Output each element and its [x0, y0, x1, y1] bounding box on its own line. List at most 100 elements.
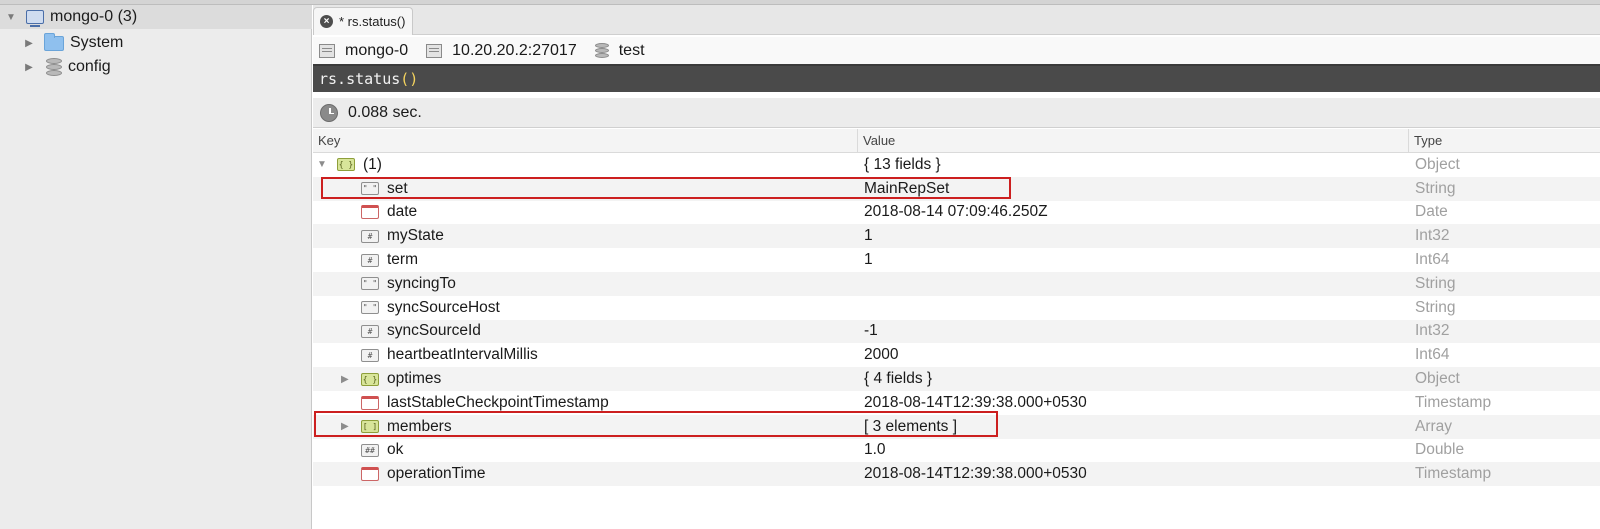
cell-value: MainRepSet — [864, 179, 950, 197]
column-header-key[interactable]: Key — [313, 128, 858, 153]
key-text: syncSourceId — [387, 322, 481, 340]
cell-value: 1 — [864, 251, 873, 269]
connection-host: 10.20.20.2:27017 — [426, 42, 577, 60]
table-row[interactable]: # term 1 Int64 — [313, 248, 1600, 272]
key-text: myState — [387, 227, 444, 245]
cell-key: ▼ { } (1) — [313, 153, 858, 177]
string-icon: " " — [361, 182, 379, 196]
cell-key: date — [313, 201, 858, 225]
sidebar: ▼ mongo-0 (3) ▶ System ▶ config — [0, 5, 312, 529]
host-icon — [426, 43, 443, 58]
chevron-right-icon[interactable]: ▶ — [22, 60, 36, 74]
tab-label: * rs.status() — [339, 14, 406, 29]
cell-key: " " syncingTo — [313, 272, 858, 296]
chevron-down-icon[interactable]: ▼ — [4, 10, 18, 24]
table-row[interactable]: " " syncingTo String — [313, 271, 1600, 296]
sidebar-item-system[interactable]: ▶ System — [0, 31, 312, 55]
cell-key: operationTime — [313, 462, 858, 486]
clock-icon — [320, 103, 338, 122]
results-table: Key Value Type ▼ { } (1) { 13 fields } Objec… — [313, 128, 1600, 487]
table-row[interactable]: " " set MainRepSet String — [313, 176, 1600, 201]
key-text: operationTime — [387, 465, 486, 483]
cell-key: # heartbeatIntervalMillis — [313, 343, 858, 367]
chevron-down-icon[interactable]: ▼ — [317, 159, 327, 170]
server-icon — [319, 43, 335, 58]
cell-key: ▶ { } optimes — [313, 367, 858, 391]
key-text: members — [387, 417, 452, 435]
database-icon — [46, 58, 62, 76]
sidebar-item-label: mongo-0 (3) — [50, 8, 138, 25]
chevron-right-icon[interactable]: ▶ — [22, 36, 36, 50]
sidebar-item-mongo-0[interactable]: ▼ mongo-0 (3) — [0, 5, 312, 29]
cell-type: String — [1415, 179, 1456, 197]
key-text: optimes — [387, 370, 442, 388]
double-icon: ## — [361, 443, 379, 457]
cell-value: 1.0 — [864, 441, 886, 459]
cell-value: 2018-08-14T12:39:38.000+0530 — [864, 393, 1087, 411]
cell-key: lastStableCheckpointTimestamp — [313, 391, 858, 415]
cell-value: [ 3 elements ] — [864, 417, 958, 435]
cell-type: Int64 — [1415, 251, 1450, 269]
cell-value: 2018-08-14 07:09:46.250Z — [864, 203, 1048, 221]
cell-value: 2018-08-14T12:39:38.000+0530 — [864, 465, 1087, 483]
folder-icon — [44, 32, 64, 51]
number-icon: # — [361, 324, 379, 338]
table-body: ▼ { } (1) { 13 fields } Object " " set MainRepS… — [313, 153, 1600, 487]
table-row[interactable]: lastStableCheckpointTimestamp 2018-08-14T… — [313, 391, 1600, 415]
table-row[interactable]: " " syncSourceHost String — [313, 296, 1600, 320]
date-icon — [361, 395, 379, 410]
table-row[interactable]: # myState 1 Int32 — [313, 224, 1600, 249]
cell-value: 1 — [864, 227, 873, 245]
object-icon: { } — [337, 158, 355, 172]
close-icon[interactable]: × — [320, 15, 333, 28]
key-text: syncingTo — [387, 274, 456, 292]
cell-type: Object — [1415, 155, 1460, 173]
cell-type: Object — [1415, 370, 1460, 388]
table-row[interactable]: ## ok 1.0 Double — [313, 439, 1600, 463]
database-icon — [594, 42, 609, 59]
cell-key: ▶ [ ] members — [313, 415, 858, 439]
query-editor[interactable]: rs.status() — [313, 64, 1600, 92]
key-text: heartbeatIntervalMillis — [387, 346, 538, 364]
cell-type: String — [1415, 274, 1456, 292]
column-header-type[interactable]: Type — [1409, 129, 1600, 153]
connection-server-name: mongo-0 — [345, 41, 409, 59]
string-icon: " " — [361, 277, 379, 291]
query-code: rs.status — [319, 70, 401, 88]
table-row[interactable]: ▼ { } (1) { 13 fields } Object — [313, 153, 1600, 177]
table-row[interactable]: # syncSourceId -1 Int32 — [313, 319, 1600, 344]
object-icon: { } — [361, 372, 379, 386]
table-row[interactable]: # heartbeatIntervalMillis 2000 Int64 — [313, 343, 1600, 367]
server-icon — [26, 10, 44, 27]
tab-bar: × * rs.status() — [313, 5, 1600, 35]
table-row[interactable]: ▶ [ ] members [ 3 elements ] Array — [313, 414, 1600, 439]
cell-key: # myState — [313, 224, 858, 248]
cell-value: { 4 fields } — [864, 370, 933, 388]
sidebar-item-config[interactable]: ▶ config — [0, 55, 312, 79]
cell-type: Int32 — [1415, 322, 1450, 340]
string-icon: " " — [361, 301, 379, 315]
cell-key: ## ok — [313, 439, 858, 463]
key-text: (1) — [363, 155, 382, 173]
key-text: set — [387, 179, 408, 197]
cell-type: Int32 — [1415, 227, 1450, 245]
chevron-right-icon[interactable]: ▶ — [341, 374, 349, 385]
table-row[interactable]: operationTime 2018-08-14T12:39:38.000+053… — [313, 462, 1600, 487]
cell-value: 2000 — [864, 346, 899, 364]
number-icon: # — [361, 348, 379, 362]
cell-key: # syncSourceId — [313, 320, 858, 344]
connection-server: mongo-0 — [319, 42, 408, 60]
table-row[interactable]: date 2018-08-14 07:09:46.250Z Date — [313, 201, 1600, 225]
cell-type: Date — [1415, 203, 1448, 221]
sidebar-item-label: config — [68, 58, 111, 75]
cell-key: " " set — [313, 177, 858, 201]
key-text: term — [387, 251, 418, 269]
connection-database: test — [594, 42, 645, 60]
key-text: ok — [387, 441, 404, 459]
column-header-value[interactable]: Value — [858, 128, 1409, 153]
table-header: Key Value Type — [313, 128, 1600, 153]
tab-rs-status[interactable]: × * rs.status() — [313, 7, 413, 35]
cell-type: Int64 — [1415, 346, 1450, 364]
table-row[interactable]: ▶ { } optimes { 4 fields } Object — [313, 367, 1600, 391]
chevron-right-icon[interactable]: ▶ — [341, 421, 349, 432]
